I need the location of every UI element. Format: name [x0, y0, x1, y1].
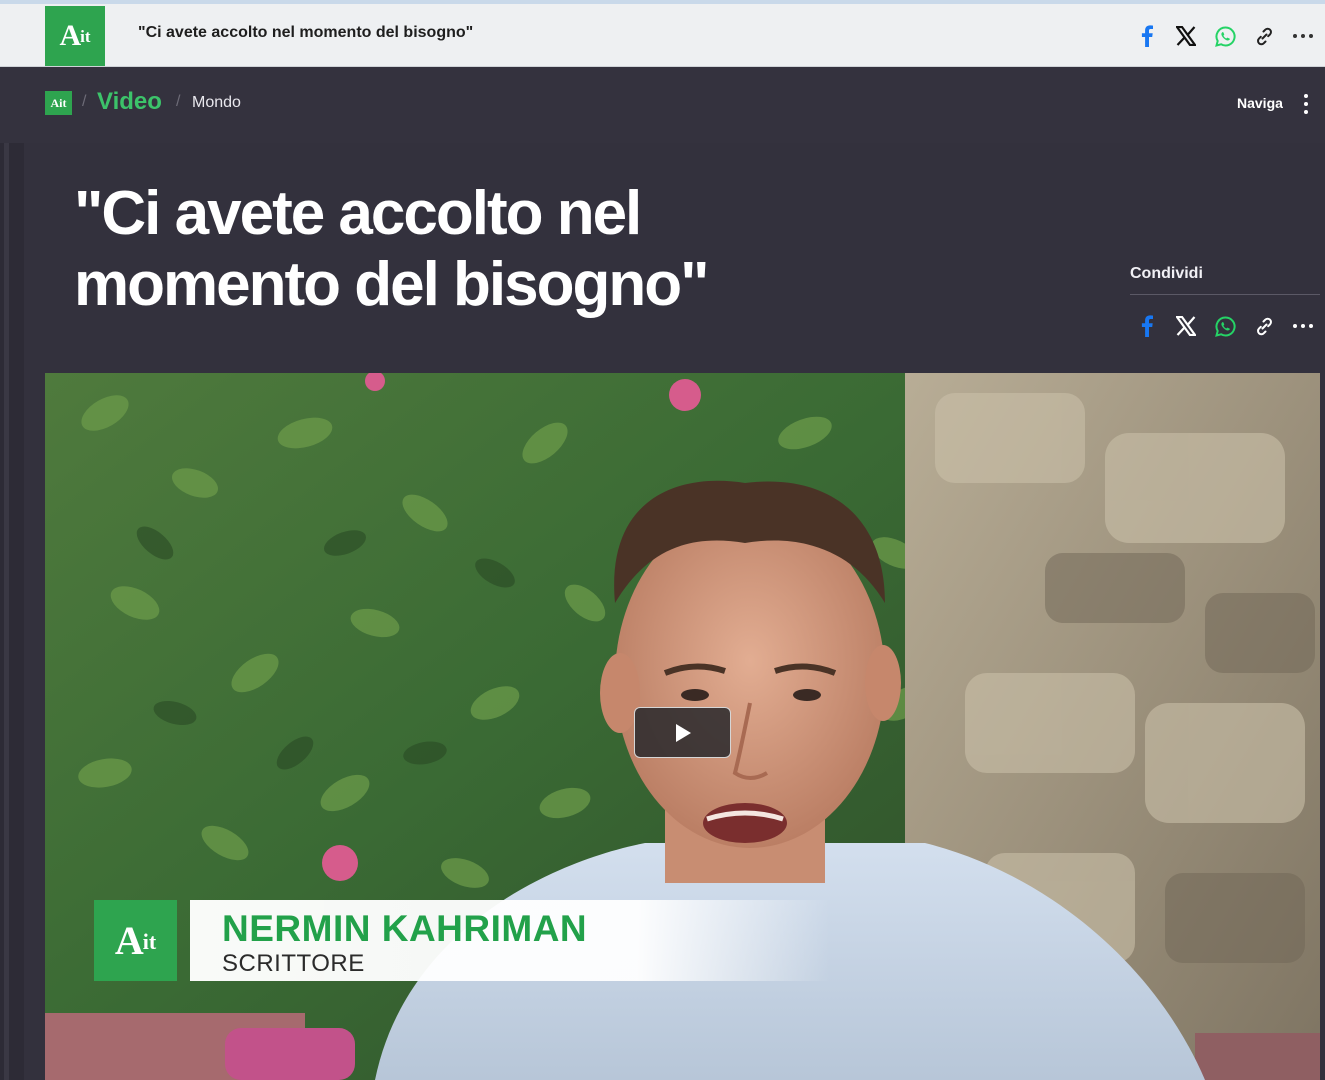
side-strip: [0, 143, 24, 1080]
sticky-header: Ait "Ci avete accolto nel momento del bi…: [0, 0, 1325, 67]
play-button[interactable]: [634, 707, 731, 758]
video-player[interactable]: Ait NERMIN KAHRIMAN SCRITTORE: [45, 373, 1320, 1080]
sticky-article-title: "Ci avete accolto nel momento del bisogn…: [138, 24, 474, 41]
speaker-name: NERMIN KAHRIMAN: [222, 908, 588, 949]
header-share-bar: [1136, 25, 1314, 47]
logo-letter: A: [59, 19, 81, 52]
breadcrumb-separator: /: [176, 93, 181, 110]
logo-suffix: it: [142, 928, 157, 954]
logo-letter: A: [114, 918, 144, 963]
more-icon[interactable]: [1292, 25, 1314, 47]
breadcrumb-home-logo[interactable]: Ait: [45, 91, 72, 115]
naviga-menu-label[interactable]: Naviga: [1237, 95, 1283, 111]
lower-third-caption: NERMIN KAHRIMAN SCRITTORE: [190, 900, 830, 981]
breadcrumb: Ait / Video / Mondo Naviga: [0, 67, 1325, 143]
site-logo[interactable]: Ait: [45, 6, 105, 66]
link-icon[interactable]: [1253, 25, 1275, 47]
article-share-bar: [1136, 315, 1314, 337]
headline-line-1: "Ci avete accolto nel: [74, 179, 642, 248]
headline-line-2: momento del bisogno": [74, 250, 709, 319]
facebook-icon[interactable]: [1136, 315, 1158, 337]
x-icon[interactable]: [1175, 25, 1197, 47]
lower-third-logo: Ait: [94, 900, 177, 981]
link-icon[interactable]: [1253, 315, 1275, 337]
facebook-icon[interactable]: [1136, 25, 1158, 47]
x-icon[interactable]: [1175, 315, 1197, 337]
breadcrumb-section-video[interactable]: Video: [97, 88, 162, 116]
kebab-menu-icon[interactable]: [1302, 94, 1310, 114]
more-icon[interactable]: [1292, 315, 1314, 337]
whatsapp-icon[interactable]: [1214, 25, 1236, 47]
play-icon: [675, 723, 691, 742]
share-divider: [1130, 294, 1320, 295]
share-label: Condividi: [1130, 265, 1203, 282]
breadcrumb-separator: /: [82, 93, 87, 110]
page-title: "Ci avete accolto nel momento del bisogn…: [74, 178, 974, 320]
speaker-role: SCRITTORE: [222, 950, 365, 977]
breadcrumb-subsection-mondo[interactable]: Mondo: [192, 94, 241, 112]
logo-suffix: it: [80, 27, 91, 46]
whatsapp-icon[interactable]: [1214, 315, 1236, 337]
